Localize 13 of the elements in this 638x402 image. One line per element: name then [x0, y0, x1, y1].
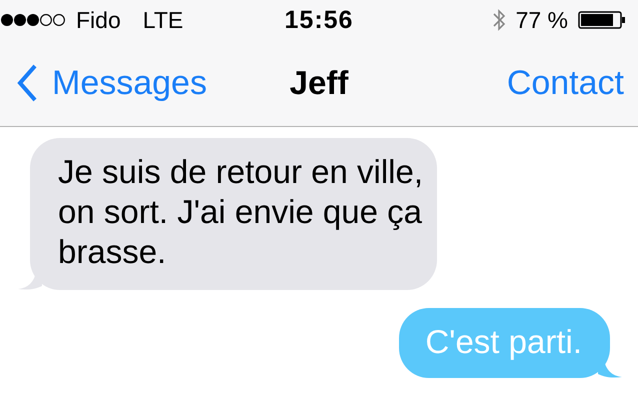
carrier-name: Fido [76, 6, 121, 34]
contact-button[interactable]: Contact [506, 64, 624, 102]
network-type: LTE [142, 6, 184, 34]
status-time: 15:56 [284, 6, 354, 34]
back-chevron-icon [16, 64, 38, 102]
battery-percentage: 77 % [516, 6, 568, 34]
signal-icon [0, 13, 66, 27]
conversation-title: Jeff [290, 64, 348, 102]
bluetooth-icon [492, 8, 506, 32]
back-button[interactable]: Messages [16, 64, 207, 102]
message-bubble: Je suis de retour en ville, on sort. J'ai envie que ça brasse. [30, 138, 437, 290]
battery-icon [578, 11, 626, 29]
message-bubble: C'est parti. [399, 308, 610, 378]
